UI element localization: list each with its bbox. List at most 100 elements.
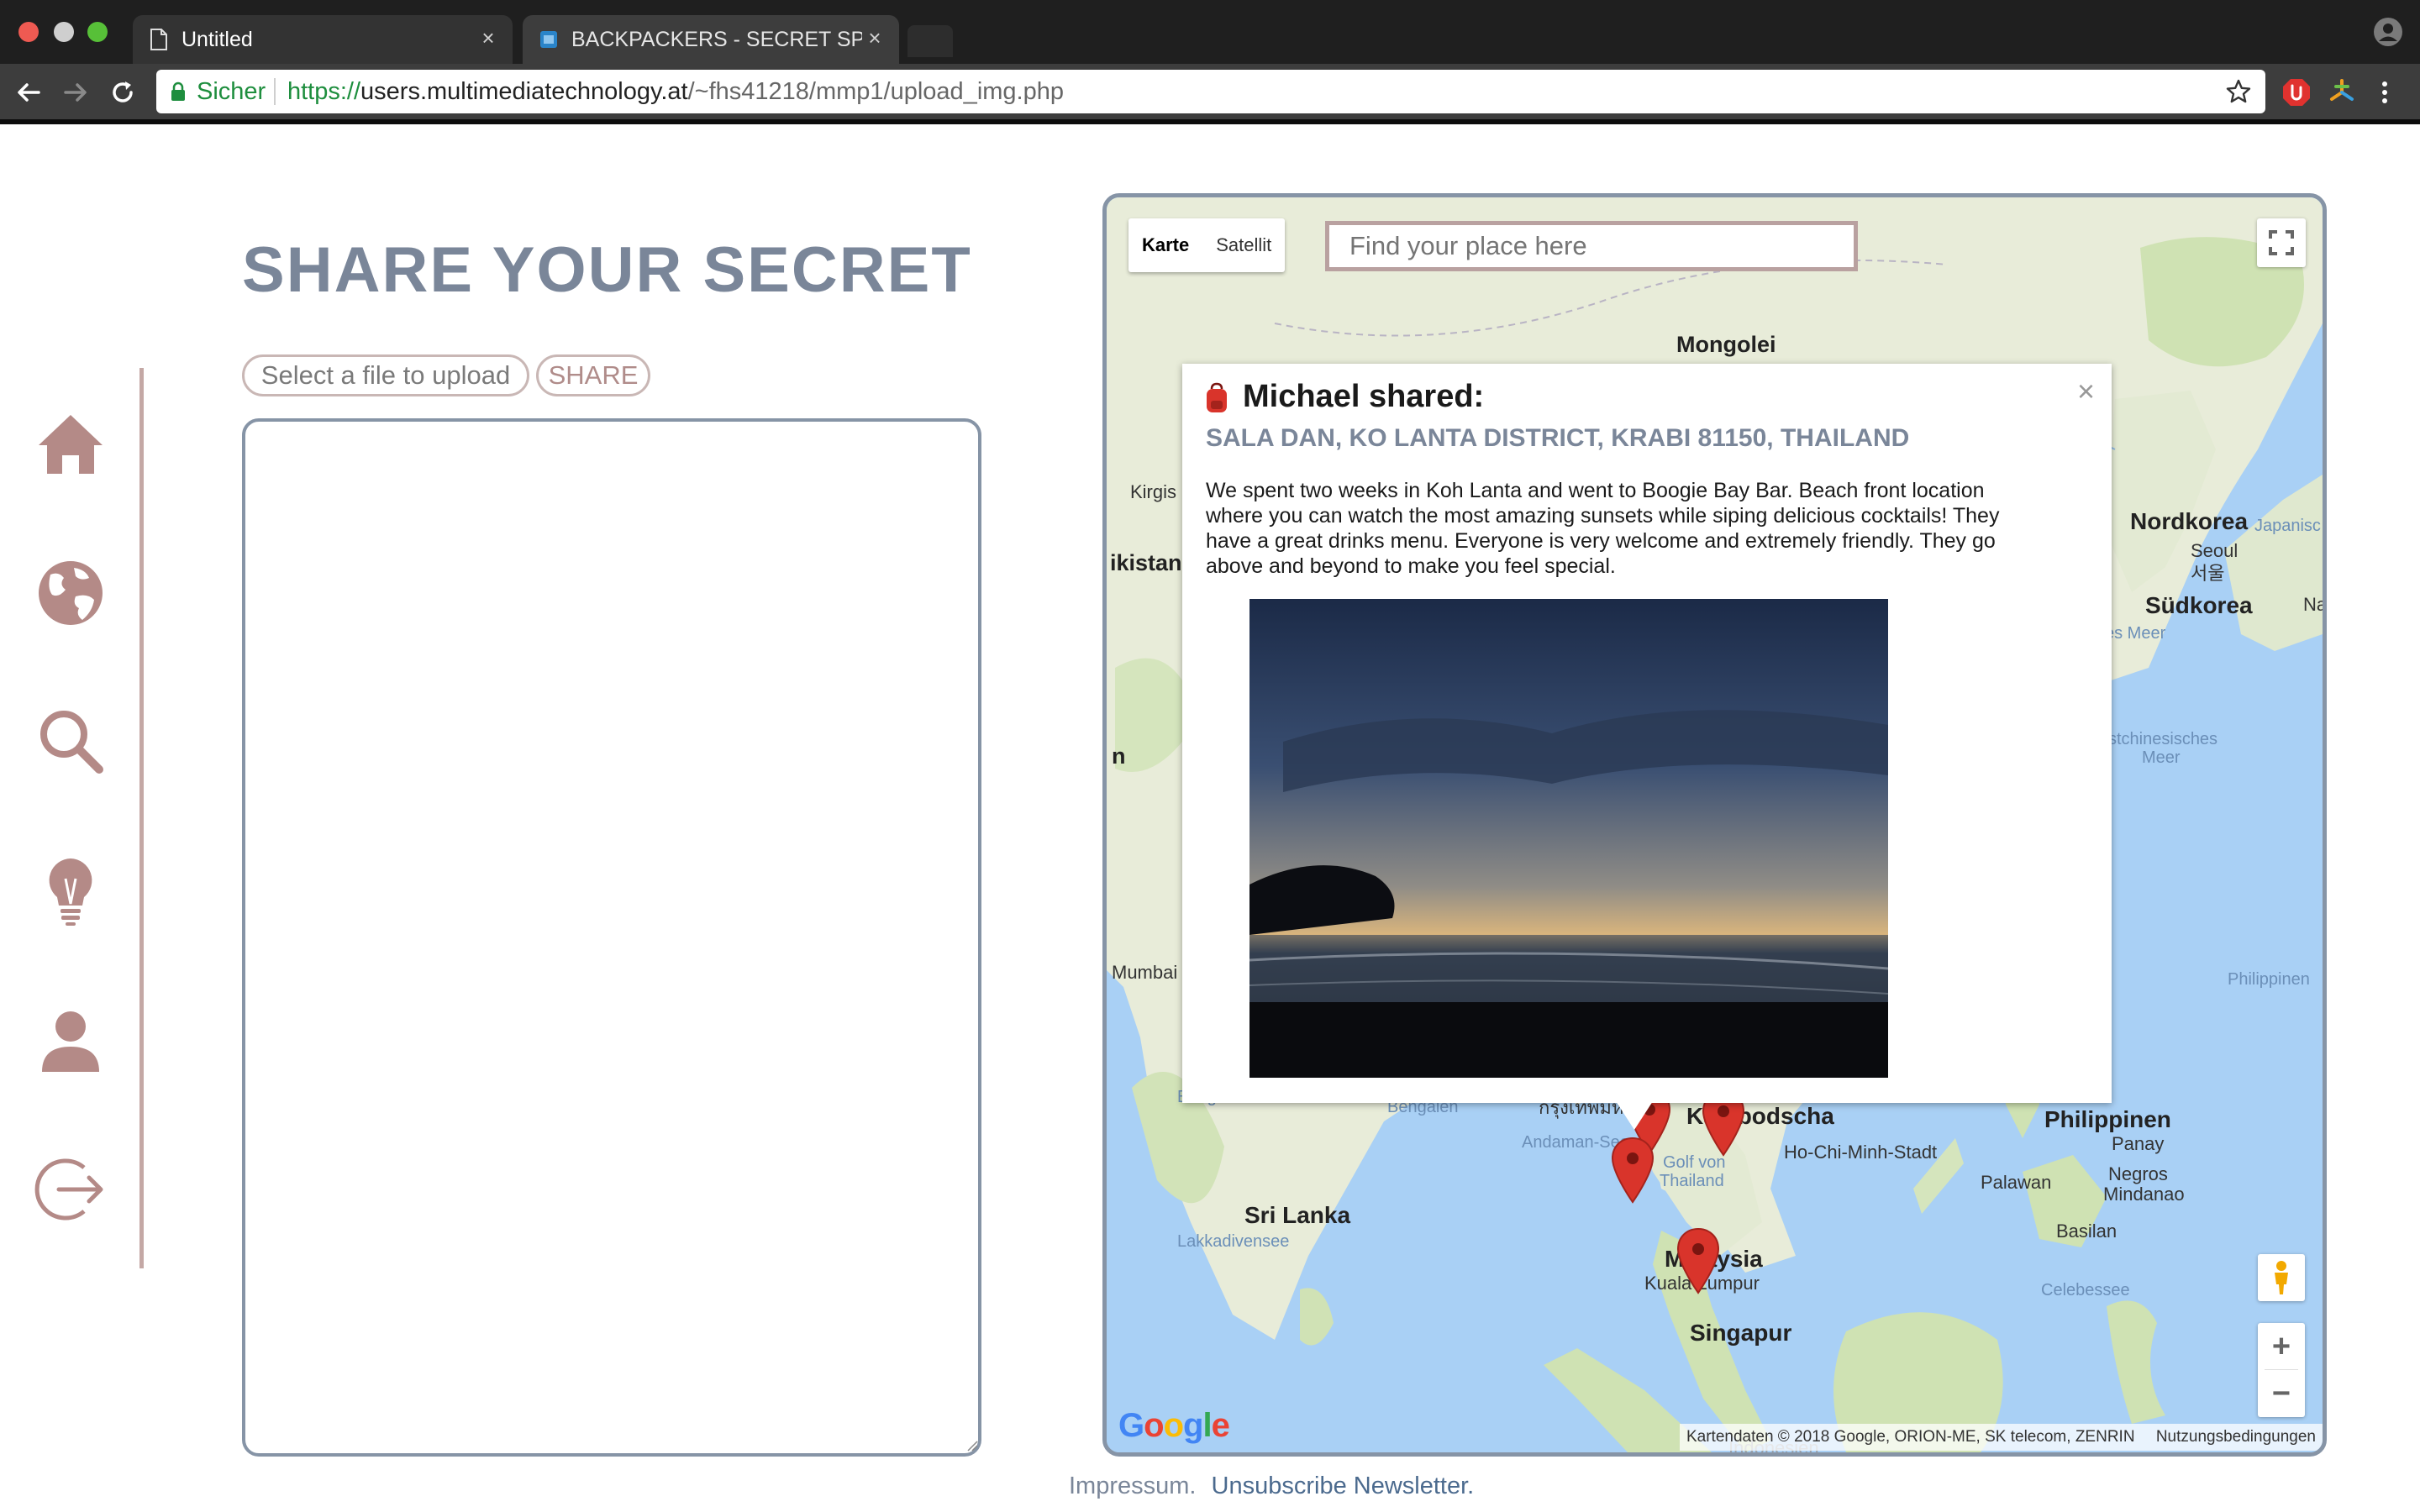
close-window-button[interactable] [18, 22, 39, 42]
resize-grip-icon[interactable] [966, 1440, 978, 1452]
tab-title: Untitled [182, 28, 253, 51]
info-window-pointer [1616, 1101, 1653, 1130]
minimize-window-button[interactable] [54, 22, 74, 42]
tab-backpackers[interactable]: BACKPACKERS - SECRET SPOTS × [523, 15, 899, 64]
sidebar-item-search[interactable] [34, 704, 108, 778]
map-label: Philippinen [2044, 1106, 2171, 1132]
map-label: Na [2303, 594, 2327, 615]
info-window-address: SALA DAN, KO LANTA DISTRICT, KRABI 81150… [1206, 424, 1910, 452]
map-label: Mongolei [1676, 332, 1776, 357]
info-window-close-icon[interactable]: × [2077, 374, 2095, 409]
secret-description-textarea[interactable] [242, 418, 981, 1457]
map[interactable]: Mongolei Kirgis ikistan n Nordkorea Japa… [1102, 193, 2327, 1457]
tab-close-icon[interactable]: × [862, 25, 887, 50]
logout-icon [34, 1158, 103, 1221]
omnibox-divider [274, 78, 276, 105]
map-label: Panay [2112, 1133, 2165, 1154]
tab-untitled[interactable]: Untitled × [133, 15, 513, 64]
forward-arrow-icon[interactable] [60, 77, 91, 108]
map-label: es Meer [2105, 624, 2166, 643]
sidebar-nav [0, 368, 151, 1268]
sidebar-item-logout[interactable] [34, 1152, 108, 1226]
search-icon [40, 711, 103, 774]
map-attribution: Kartendaten © 2018 Google, ORION-ME, SK … [1679, 1424, 2323, 1451]
map-label: Mumbai [1112, 962, 1178, 983]
url-host: users.multimediatechnology.at [360, 78, 688, 105]
info-window-description: We spent two weeks in Koh Lanta and went… [1206, 479, 2000, 578]
map-type-satellite-button[interactable]: Satellit [1202, 218, 1285, 272]
map-label: Celebessee [2041, 1281, 2130, 1299]
file-upload-button[interactable]: Select a file to upload [242, 354, 529, 396]
info-window-title: Michael shared: [1243, 379, 1485, 414]
map-label: Sri Lanka [1244, 1202, 1351, 1228]
backpack-icon [1207, 382, 1227, 412]
map-label: Südkorea [2145, 592, 2253, 618]
map-label: Japanisc [2254, 517, 2321, 535]
url-path: /~fhs41218/mmp1/upload_img.php [687, 78, 1064, 105]
map-label: Kirgis [1130, 481, 1177, 502]
map-label: Negros [2108, 1163, 2168, 1184]
extension-icon[interactable] [2328, 78, 2356, 107]
secure-label: Sicher [197, 78, 266, 105]
impressum-link[interactable]: Impressum. [1069, 1473, 1196, 1499]
reload-icon[interactable] [108, 77, 138, 108]
map-type-map-button[interactable]: Karte [1128, 218, 1202, 272]
zoom-control: + − [2258, 1323, 2305, 1417]
map-label: Palawan [1981, 1172, 2052, 1193]
home-icon [39, 415, 103, 474]
address-bar[interactable]: Sicher https://users.multimediatechnolog… [156, 70, 2265, 113]
zoom-out-button[interactable]: − [2258, 1370, 2305, 1417]
map-label: 서울 [2191, 563, 2225, 584]
profile-icon[interactable] [2373, 17, 2403, 47]
zoom-separator [2265, 1369, 2298, 1370]
map-label: n [1112, 743, 1126, 769]
browser-toolbar: Sicher https://users.multimediatechnolog… [0, 64, 2420, 119]
sidebar-item-profile[interactable] [34, 1003, 108, 1077]
url-text: https://users.multimediatechnology.at/~f… [287, 78, 1064, 105]
share-button[interactable]: SHARE [536, 354, 650, 396]
sidebar-item-home[interactable] [34, 407, 108, 480]
map-marker[interactable] [1676, 1227, 1720, 1294]
new-tab-button[interactable] [908, 25, 953, 57]
map-label: ikistan [1110, 550, 1182, 575]
sunset-beach-photo [1249, 599, 1888, 1078]
map-marker[interactable] [1611, 1137, 1655, 1204]
unsubscribe-newsletter-link[interactable]: Unsubscribe Newsletter. [1212, 1473, 1475, 1499]
zoom-in-button[interactable]: + [2258, 1323, 2305, 1370]
map-search-input[interactable] [1325, 221, 1858, 271]
map-label: Philippinen [2228, 970, 2310, 989]
user-icon [42, 1011, 99, 1072]
google-logo: Google [1118, 1407, 1230, 1444]
map-label: Nordkorea [2130, 508, 2249, 534]
sidebar-item-ideas[interactable] [34, 853, 108, 927]
bookmark-star-icon[interactable] [2225, 78, 2252, 105]
toolbar-separator [0, 119, 2420, 124]
map-label: Meer [2142, 748, 2181, 767]
info-window: × Michael shared: SALA DAN, KO LANTA DIS… [1182, 364, 2112, 1103]
map-label: Ho-Chi-Minh-Stadt [1784, 1142, 1938, 1163]
map-data-credit: Kartendaten © 2018 Google, ORION-ME, SK … [1686, 1428, 2135, 1446]
site-favicon-icon [540, 31, 557, 48]
map-label: Lakkadivensee [1177, 1232, 1290, 1251]
map-label: Basilan [2056, 1221, 2118, 1242]
map-label: Singapur [1690, 1320, 1792, 1346]
lightbulb-icon [49, 858, 92, 926]
map-terms-link[interactable]: Nutzungsbedingungen [2156, 1428, 2316, 1446]
url-scheme: https:// [287, 78, 361, 105]
browser-menu-icon[interactable] [2376, 79, 2393, 106]
page-title: SHARE YOUR SECRET [242, 234, 972, 306]
browser-titlebar: Untitled × BACKPACKERS - SECRET SPOTS × [0, 0, 2420, 64]
sidebar-item-explore[interactable] [34, 556, 108, 630]
adblock-extension-icon[interactable] [2282, 78, 2311, 107]
sidebar-divider [139, 368, 144, 1268]
fullscreen-icon[interactable] [2257, 218, 2306, 267]
tab-close-icon[interactable]: × [476, 25, 501, 50]
map-label: Mindanao [2103, 1184, 2185, 1205]
map-label: stchinesisches [2108, 730, 2218, 748]
lock-icon [171, 81, 185, 101]
map-type-control: Karte Satellit [1128, 218, 1286, 272]
back-arrow-icon[interactable] [13, 77, 44, 108]
document-icon [150, 29, 167, 50]
maximize-window-button[interactable] [87, 22, 108, 42]
street-view-pegman-icon[interactable] [2258, 1254, 2305, 1301]
